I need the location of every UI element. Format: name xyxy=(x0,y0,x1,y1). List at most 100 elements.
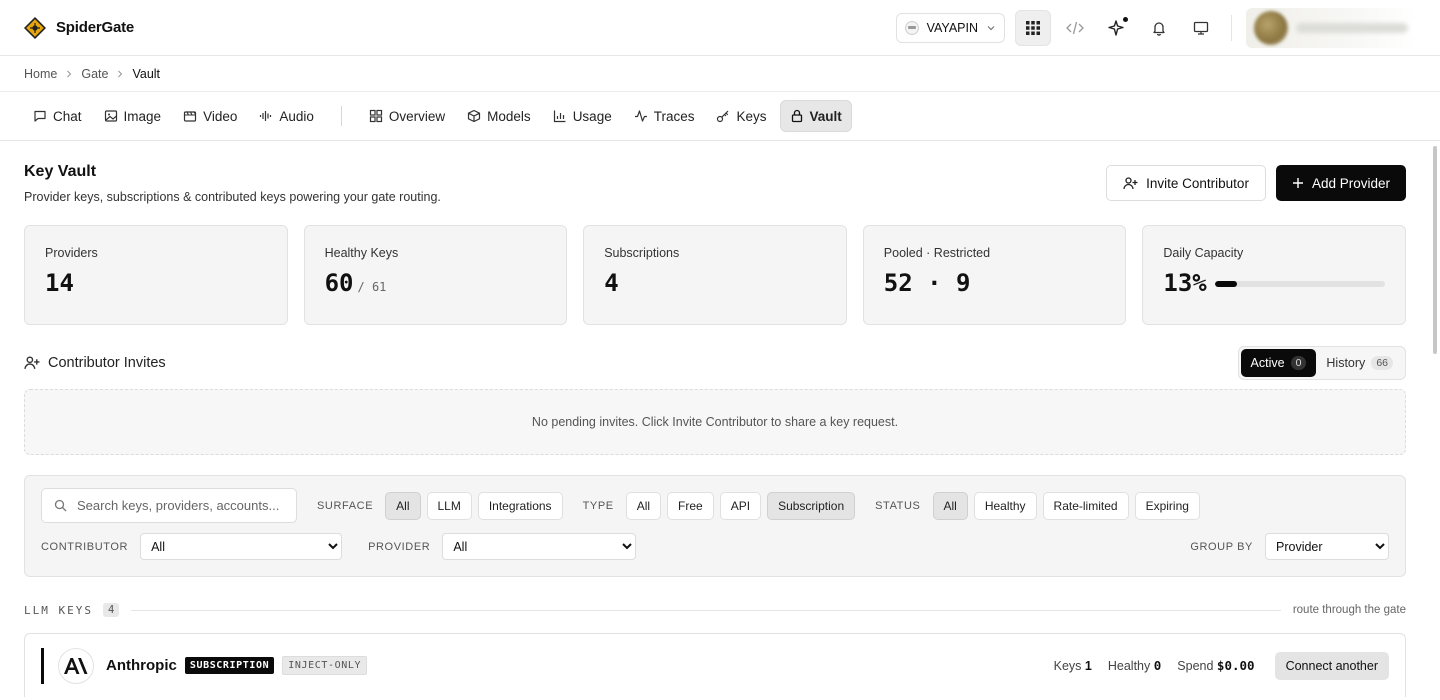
activity-icon xyxy=(634,109,648,123)
capacity-percent: 13% xyxy=(1163,269,1207,297)
type-chip-free[interactable]: Free xyxy=(667,491,714,520)
page-header: Key Vault Provider keys, subscriptions &… xyxy=(0,141,1440,225)
surface-chip-llm[interactable]: LLM xyxy=(426,491,472,520)
invites-empty-state: No pending invites. Click Invite Contrib… xyxy=(24,389,1406,455)
tab-active-invites[interactable]: Active 0 xyxy=(1240,349,1317,377)
button-label: Add Provider xyxy=(1311,175,1390,191)
healthy-keys-total: / 61 xyxy=(357,280,387,294)
llm-keys-group-header: LLM KEYS 4 route through the gate xyxy=(0,577,1440,619)
healthy-keys-count: 60 xyxy=(324,269,354,297)
stat-pooled-restricted: Pooled · Restricted 52 · 9 xyxy=(862,225,1127,325)
row-accent-bar xyxy=(41,647,44,684)
audio-waveform-icon xyxy=(259,109,273,123)
invite-contributor-button[interactable]: Invite Contributor xyxy=(1106,165,1266,201)
breadcrumb-gate[interactable]: Gate xyxy=(81,67,108,81)
stat-providers: Providers 14 xyxy=(24,225,288,325)
apps-grid-button[interactable] xyxy=(1015,9,1051,46)
tab-traces[interactable]: Traces xyxy=(625,100,704,132)
group-divider xyxy=(131,609,1281,611)
status-chip-rate-limited[interactable]: Rate-limited xyxy=(1042,491,1129,520)
stat-label: Providers xyxy=(45,246,98,260)
org-selector[interactable]: VAYAPIN xyxy=(895,12,1005,43)
tab-image[interactable]: Image xyxy=(95,100,171,132)
monitor-icon xyxy=(1193,20,1209,36)
user-name-redacted xyxy=(1296,22,1408,33)
contributor-select[interactable]: All xyxy=(140,533,343,560)
key-icon xyxy=(716,109,730,123)
bell-icon xyxy=(1151,20,1167,36)
search-input[interactable] xyxy=(77,498,284,513)
stat-label: Daily Capacity xyxy=(1163,246,1244,260)
filter-panel: SURFACE All LLM Integrations TYPE All Fr… xyxy=(24,475,1406,577)
tab-label: Vault xyxy=(809,108,842,124)
healthy-stat: Healthy 0 xyxy=(1108,658,1161,673)
tab-label: History xyxy=(1326,356,1366,370)
tab-label: Keys xyxy=(736,108,767,124)
group-count: 4 xyxy=(102,603,120,617)
app-name: SpiderGate xyxy=(56,19,135,36)
tab-overview[interactable]: Overview xyxy=(360,100,454,132)
subscription-badge: SUBSCRIPTION xyxy=(184,657,275,674)
code-button[interactable] xyxy=(1057,10,1093,46)
status-chip-all[interactable]: All xyxy=(932,491,968,520)
type-chip-all[interactable]: All xyxy=(625,491,662,520)
tab-divider xyxy=(340,106,342,126)
stat-value: 4 xyxy=(604,269,826,297)
tab-chat[interactable]: Chat xyxy=(24,100,91,132)
search-box[interactable] xyxy=(41,488,297,523)
spend-stat: Spend $0.00 xyxy=(1177,658,1254,673)
user-menu[interactable] xyxy=(1246,7,1416,48)
tab-keys[interactable]: Keys xyxy=(707,100,775,132)
breadcrumb: Home Gate Vault xyxy=(0,56,1440,92)
surface-chip-all[interactable]: All xyxy=(385,491,421,520)
anthropic-logo-icon xyxy=(58,647,94,684)
breadcrumb-home[interactable]: Home xyxy=(24,67,57,81)
page-scrollbar[interactable] xyxy=(1433,146,1437,354)
plus-icon xyxy=(1292,177,1304,189)
keys-stat: Keys 1 xyxy=(1054,659,1092,673)
type-chip-subscription[interactable]: Subscription xyxy=(767,491,856,520)
display-button[interactable] xyxy=(1183,10,1219,46)
provider-row-anthropic[interactable]: Anthropic SUBSCRIPTION INJECT-ONLY Keys … xyxy=(24,633,1406,697)
tab-history-invites[interactable]: History 66 xyxy=(1316,349,1403,377)
status-chip-healthy[interactable]: Healthy xyxy=(973,491,1037,520)
pooled-restricted-count: 52 · 9 xyxy=(883,269,971,297)
stat-value: 60 / 61 xyxy=(325,269,547,297)
tab-usage[interactable]: Usage xyxy=(544,100,621,132)
org-avatar-icon xyxy=(904,20,919,35)
header-divider xyxy=(1231,14,1232,41)
stat-subscriptions: Subscriptions 4 xyxy=(583,225,847,325)
top-bar: SpiderGate VAYAPIN xyxy=(0,0,1440,56)
user-plus-icon xyxy=(24,355,40,371)
surface-label: SURFACE xyxy=(317,499,374,512)
stat-daily-capacity: Daily Capacity 13% xyxy=(1142,225,1406,325)
chat-bubble-icon xyxy=(33,109,47,123)
surface-chip-integrations[interactable]: Integrations xyxy=(477,491,563,520)
type-chip-api[interactable]: API xyxy=(719,491,762,520)
tab-video[interactable]: Video xyxy=(174,100,246,132)
provider-select[interactable]: All xyxy=(442,533,637,560)
notifications-button[interactable] xyxy=(1141,10,1177,46)
tab-audio[interactable]: Audio xyxy=(250,100,323,132)
keys-count: 1 xyxy=(1084,658,1092,673)
group-by-select[interactable]: Provider xyxy=(1265,533,1389,560)
tab-label: Usage xyxy=(572,108,612,124)
chevron-right-icon xyxy=(116,70,124,78)
contributor-invites-header: Contributor Invites Active 0 History 66 xyxy=(0,325,1440,381)
tab-label: Audio xyxy=(279,108,314,124)
tab-label: Active xyxy=(1250,356,1285,370)
tab-label: Overview xyxy=(388,108,446,124)
image-icon xyxy=(104,109,118,123)
add-provider-button[interactable]: Add Provider xyxy=(1275,165,1406,201)
spidergate-logo-icon xyxy=(24,16,46,39)
brand[interactable]: SpiderGate xyxy=(24,16,135,39)
layout-grid-icon xyxy=(369,109,383,123)
status-label: STATUS xyxy=(875,499,921,512)
film-icon xyxy=(183,109,197,123)
ai-sparkle-button[interactable] xyxy=(1099,10,1135,46)
tab-vault[interactable]: Vault xyxy=(779,100,852,132)
tab-models[interactable]: Models xyxy=(458,100,540,132)
connect-another-button[interactable]: Connect another xyxy=(1274,651,1389,680)
status-chip-expiring[interactable]: Expiring xyxy=(1134,491,1200,520)
tab-label: Chat xyxy=(53,108,82,124)
